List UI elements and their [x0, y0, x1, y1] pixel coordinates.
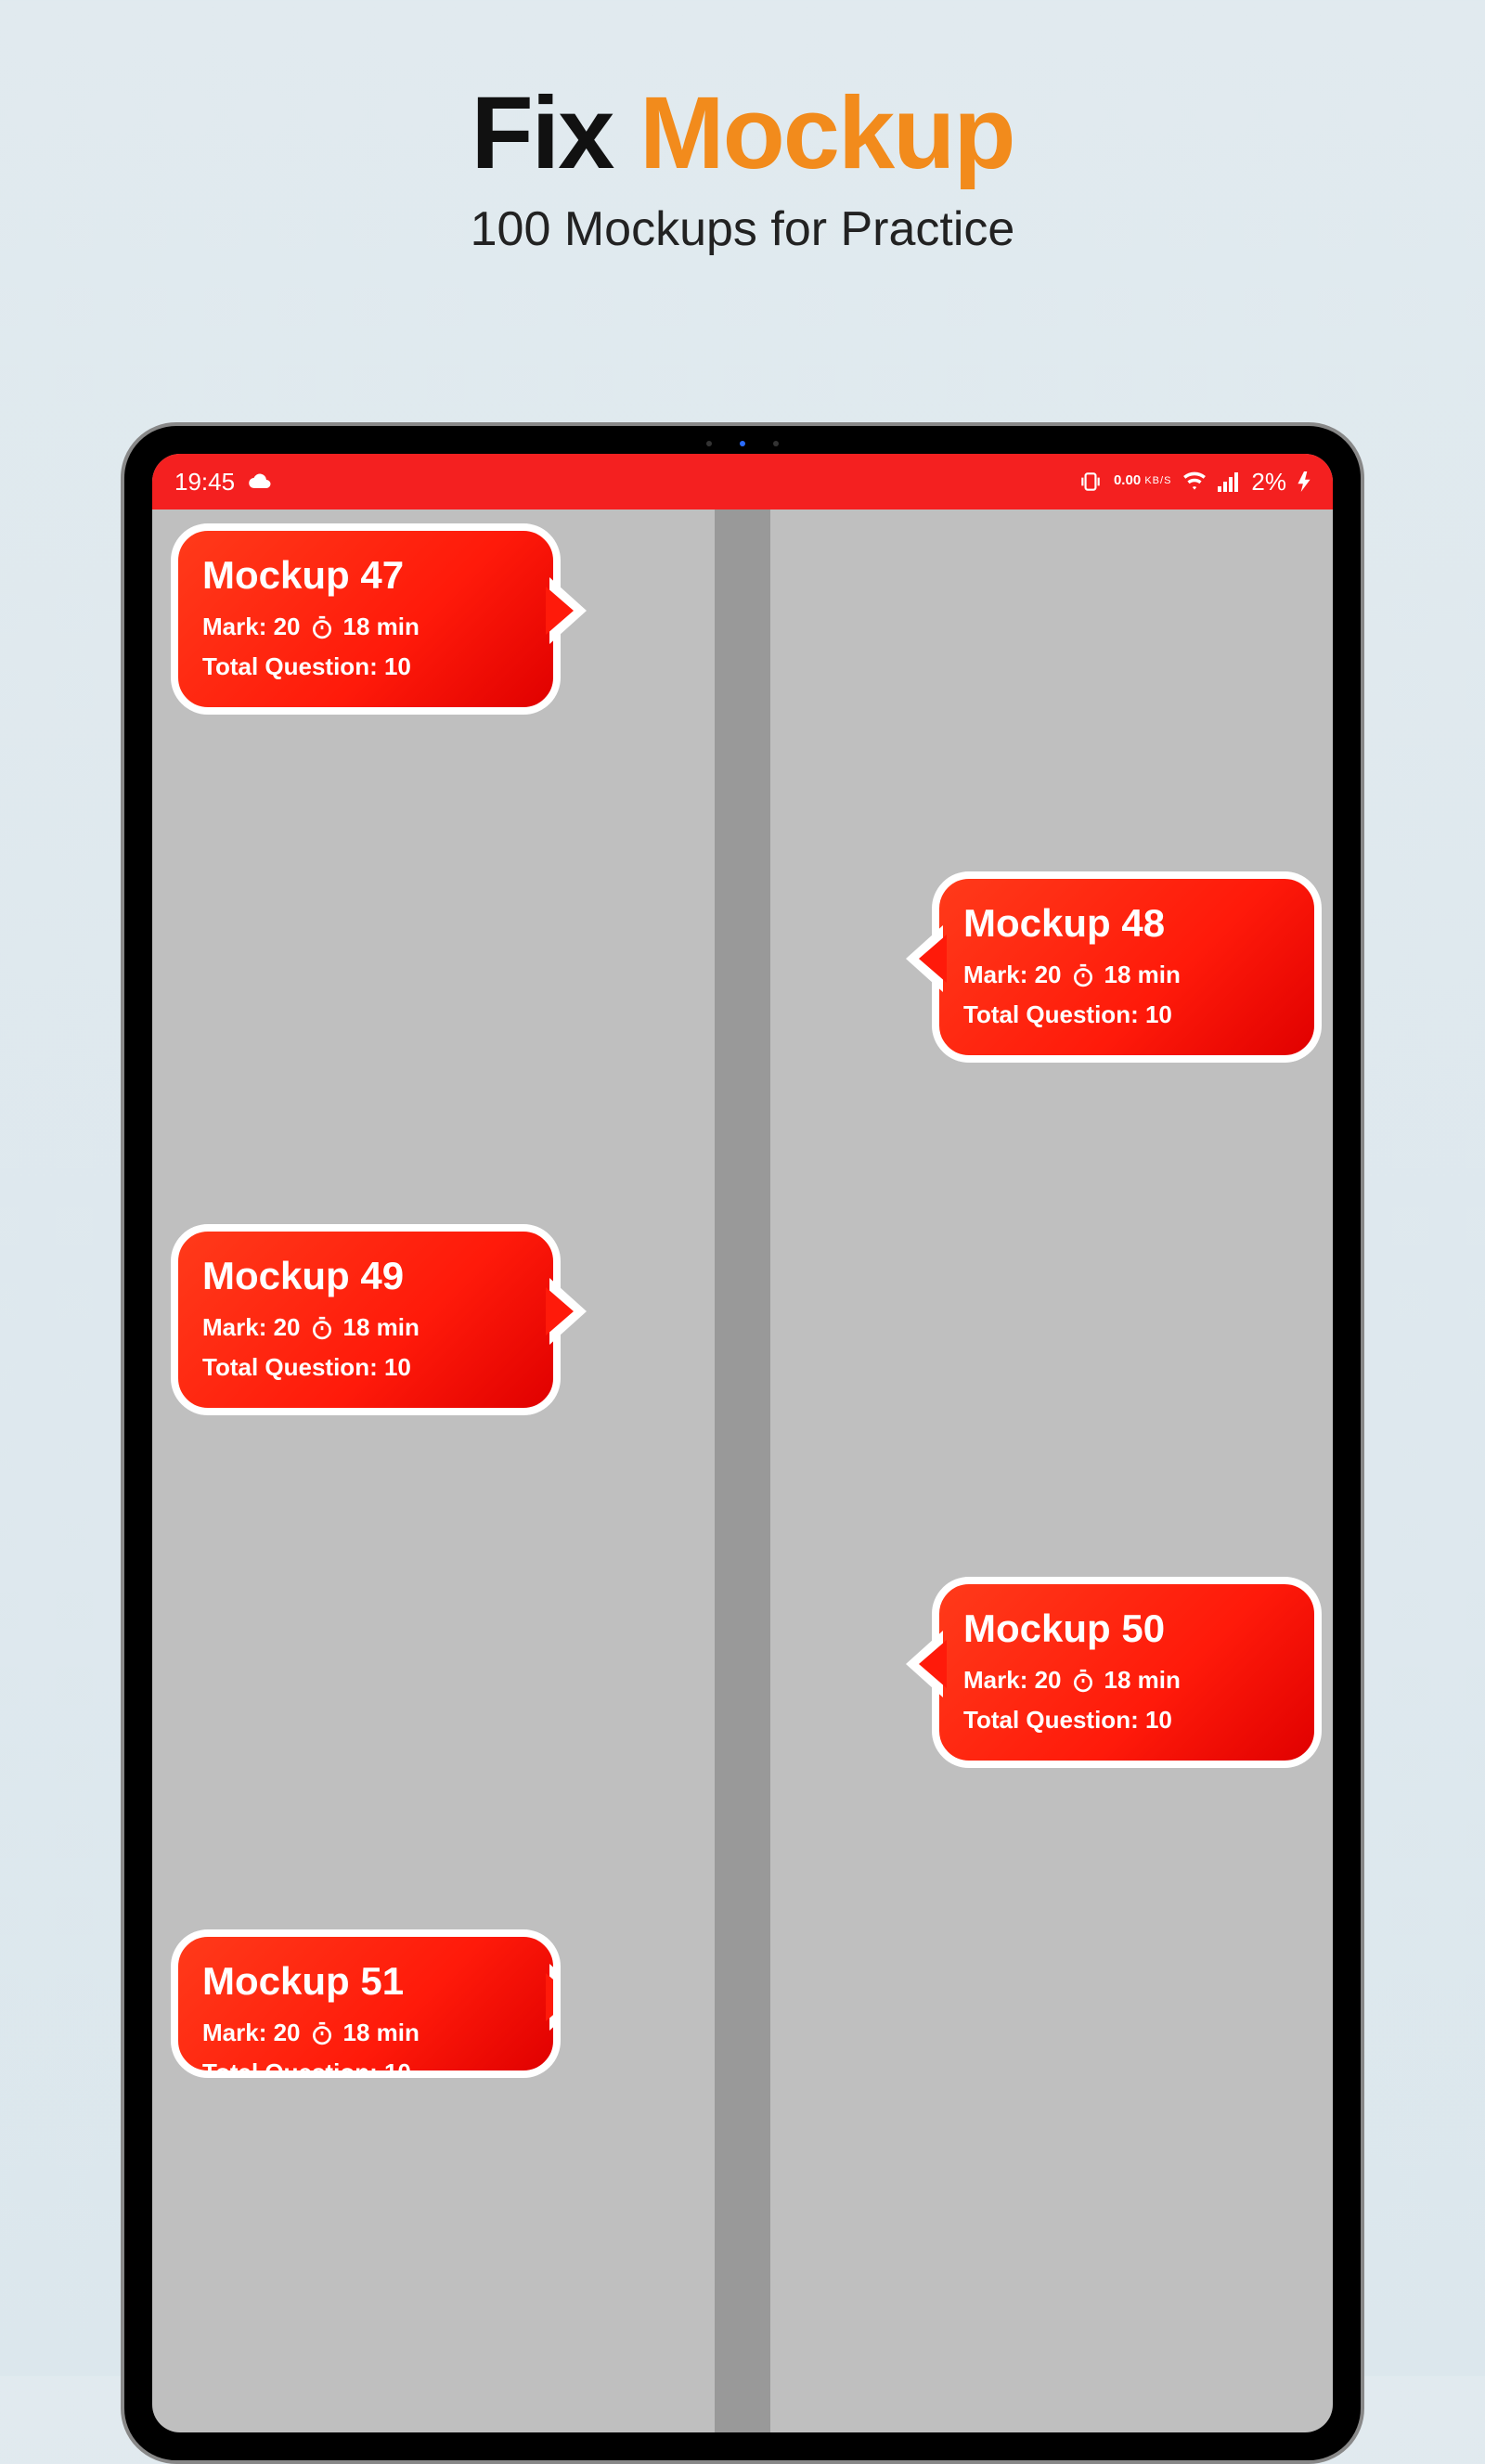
camera-dot [773, 441, 779, 446]
promo-title: Fix Mockup [0, 74, 1485, 192]
time-label: 18 min [343, 1313, 420, 1342]
app-screen: 19:45 0.00 KB/S 2% Mockup 47 Mark: 20 18 … [152, 454, 1333, 2432]
status-right: 0.00 KB/S 2% [1078, 468, 1311, 497]
kbs-unit: KB/S [1144, 477, 1171, 485]
time-label: 18 min [343, 2019, 420, 2047]
sensor-dot [740, 441, 745, 446]
mockup-total: Total Question: 10 [963, 1706, 1290, 1735]
stopwatch-icon [310, 615, 334, 639]
mockup-total: Total Question: 10 [202, 2058, 529, 2078]
mockup-title: Mockup 51 [202, 1959, 529, 2004]
charging-icon [1298, 471, 1311, 492]
mockup-list[interactable]: Mockup 47 Mark: 20 18 min Total Question: … [152, 510, 1333, 2432]
time-label: 18 min [343, 613, 420, 641]
wifi-icon [1182, 471, 1207, 492]
camera-dot [706, 441, 712, 446]
battery-percent: 2% [1251, 468, 1286, 497]
mockup-mark-time: Mark: 20 18 min [202, 1313, 529, 1342]
mark-label: Mark: 20 [963, 961, 1062, 989]
network-speed: 0.00 KB/S [1114, 475, 1171, 487]
promo-title-black: Fix [471, 76, 639, 190]
promo-header: Fix Mockup 100 Mockups for Practice [0, 0, 1485, 257]
mockup-card[interactable]: Mockup 47 Mark: 20 18 min Total Question: … [171, 523, 561, 715]
mark-label: Mark: 20 [202, 613, 301, 641]
mockup-title: Mockup 49 [202, 1254, 529, 1298]
mockup-title: Mockup 48 [963, 901, 1290, 946]
mockup-card[interactable]: Mockup 51 Mark: 20 18 min Total Question: … [171, 1929, 561, 2078]
vibrate-icon [1078, 470, 1103, 494]
mockup-card[interactable]: Mockup 49 Mark: 20 18 min Total Question: … [171, 1224, 561, 1415]
mockup-mark-time: Mark: 20 18 min [202, 613, 529, 641]
promo-subtitle: 100 Mockups for Practice [0, 201, 1485, 257]
mockup-title: Mockup 47 [202, 553, 529, 598]
stopwatch-icon [310, 2021, 334, 2045]
tablet-notch [659, 439, 826, 448]
mockup-total: Total Question: 10 [963, 1000, 1290, 1029]
stopwatch-icon [1071, 1669, 1095, 1693]
mark-label: Mark: 20 [202, 1313, 301, 1342]
status-time: 19:45 [174, 468, 235, 497]
cloud-icon [248, 472, 274, 491]
mockup-mark-time: Mark: 20 18 min [963, 961, 1290, 989]
mockup-mark-time: Mark: 20 18 min [963, 1666, 1290, 1695]
status-bar: 19:45 0.00 KB/S 2% [152, 454, 1333, 510]
stopwatch-icon [1071, 963, 1095, 987]
status-left: 19:45 [174, 468, 274, 497]
mockup-total: Total Question: 10 [202, 652, 529, 681]
mark-label: Mark: 20 [963, 1666, 1062, 1695]
tablet-frame: 19:45 0.00 KB/S 2% Mockup 47 Mark: 20 18 … [121, 422, 1364, 2464]
kbs-value: 0.00 [1114, 475, 1141, 487]
signal-icon [1218, 471, 1240, 492]
time-label: 18 min [1104, 961, 1181, 989]
stopwatch-icon [310, 1316, 334, 1340]
mockup-mark-time: Mark: 20 18 min [202, 2019, 529, 2047]
mockup-card[interactable]: Mockup 48 Mark: 20 18 min Total Question: … [932, 871, 1322, 1063]
promo-title-orange: Mockup [639, 76, 1014, 190]
mark-label: Mark: 20 [202, 2019, 301, 2047]
mockup-title: Mockup 50 [963, 1606, 1290, 1651]
mockup-total: Total Question: 10 [202, 1353, 529, 1382]
time-label: 18 min [1104, 1666, 1181, 1695]
mockup-card[interactable]: Mockup 50 Mark: 20 18 min Total Question: … [932, 1577, 1322, 1768]
